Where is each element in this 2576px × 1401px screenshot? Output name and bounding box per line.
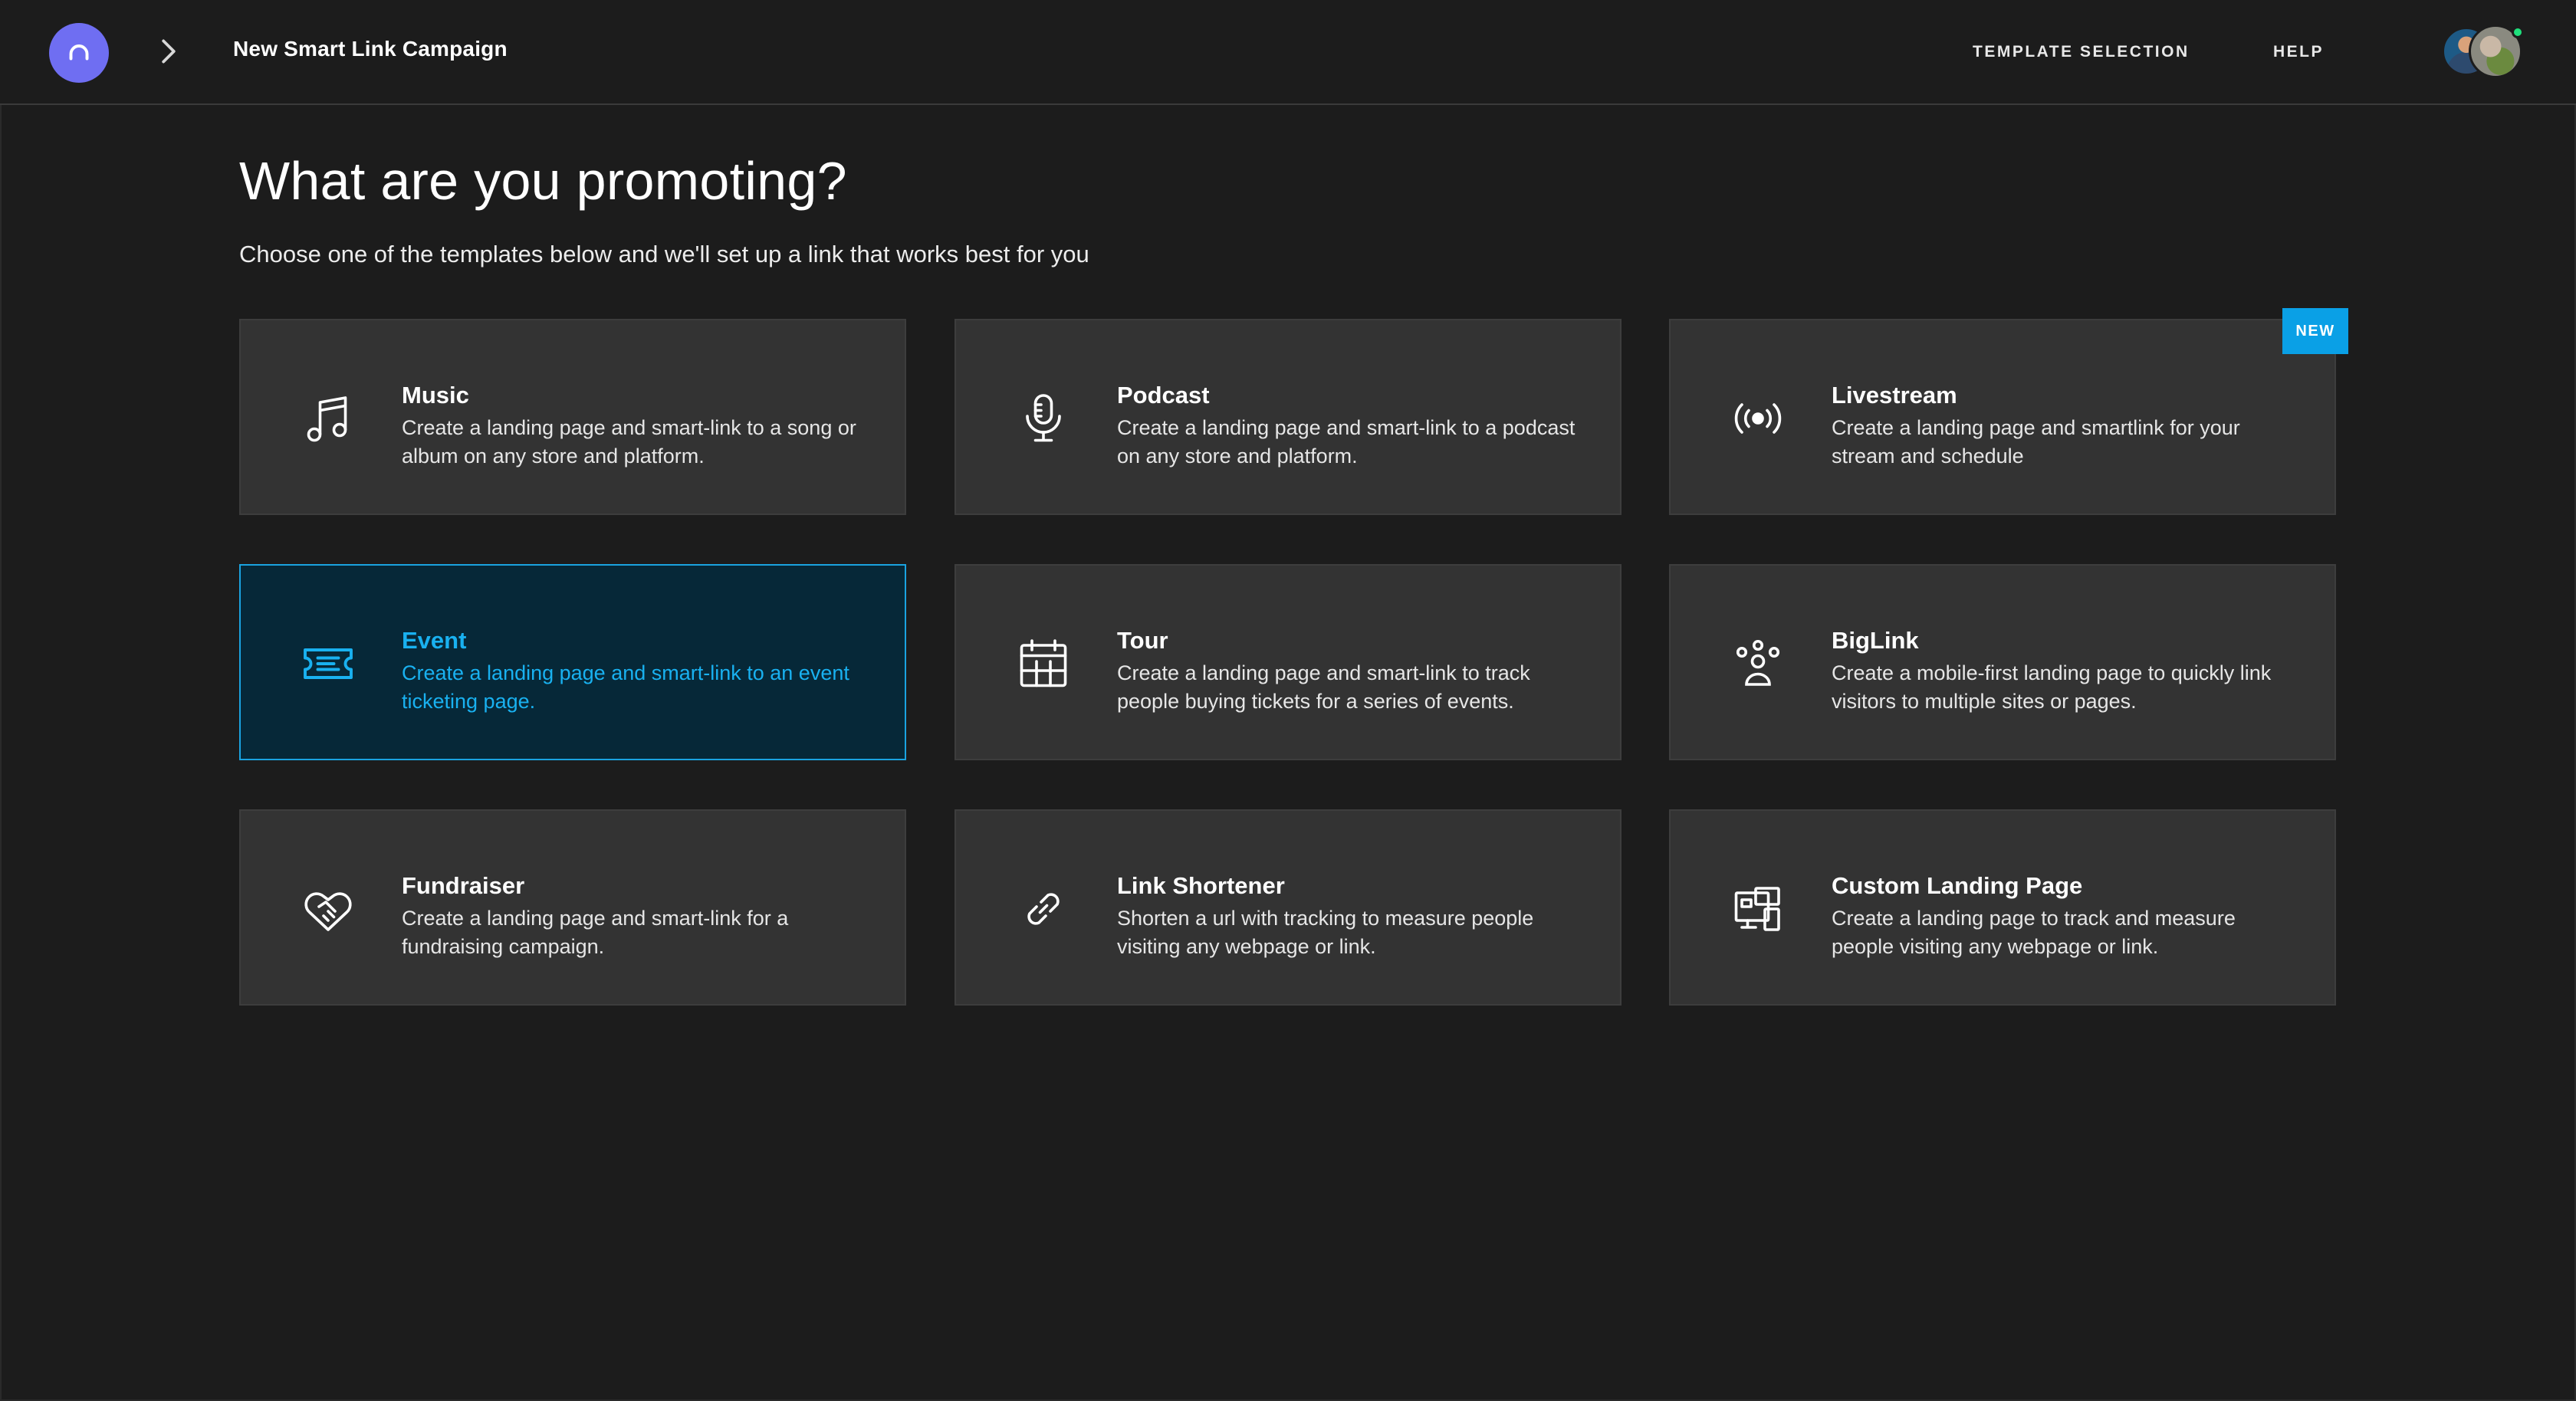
microphone-icon: [1013, 388, 1074, 449]
calendar-icon: [1013, 633, 1074, 694]
template-title: Music: [402, 382, 469, 408]
template-title: Link Shortener: [1117, 872, 1285, 899]
template-title: Livestream: [1832, 382, 1957, 408]
template-title: Podcast: [1117, 382, 1210, 408]
template-description: Create a landing page and smart-link to …: [402, 416, 856, 468]
template-description: Create a landing page and smart-link for…: [402, 907, 789, 958]
headphones-logo-icon[interactable]: [49, 23, 109, 83]
devices-icon: [1727, 878, 1789, 940]
top-bar: New Smart Link Campaign TEMPLATE SELECTI…: [0, 0, 2576, 105]
handshake-heart-icon: [297, 878, 359, 940]
template-description: Create a landing page and smartlink for …: [1832, 416, 2240, 468]
template-title: Event: [402, 627, 467, 654]
page-subtitle: Choose one of the templates below and we…: [239, 241, 1089, 267]
template-title: Fundraiser: [402, 872, 525, 899]
template-description: Create a landing page and smart-link to …: [402, 661, 849, 713]
template-description: Create a landing page and smart-link to …: [1117, 661, 1530, 713]
template-card-tour[interactable]: Tour Create a landing page and smart-lin…: [955, 564, 1622, 760]
template-card-link-shortener[interactable]: Link Shortener Shorten a url with tracki…: [955, 809, 1622, 1006]
page-title: What are you promoting?: [239, 151, 847, 211]
template-description: Shorten a url with tracking to measure p…: [1117, 907, 1534, 958]
people-group-icon: [1727, 633, 1789, 694]
template-description: Create a landing page to track and measu…: [1832, 907, 2236, 958]
nav-template-selection[interactable]: TEMPLATE SELECTION: [1973, 43, 2190, 61]
template-title: BigLink: [1832, 627, 1919, 654]
template-card-event[interactable]: Event Create a landing page and smart-li…: [239, 564, 906, 760]
ticket-icon: [297, 633, 359, 694]
template-card-podcast[interactable]: Podcast Create a landing page and smart-…: [955, 319, 1622, 515]
online-status-dot: [2512, 26, 2524, 38]
template-card-livestream[interactable]: Livestream Create a landing page and sma…: [1669, 319, 2336, 515]
template-title: Custom Landing Page: [1832, 872, 2083, 899]
broadcast-icon: [1727, 388, 1789, 449]
user-avatars[interactable]: [2438, 25, 2524, 80]
template-card-fundraiser[interactable]: Fundraiser Create a landing page and sma…: [239, 809, 906, 1006]
breadcrumb-campaign-title: New Smart Link Campaign: [233, 37, 508, 61]
chevron-right-icon: [153, 34, 184, 69]
link-icon: [1013, 878, 1074, 940]
new-badge: NEW: [2282, 308, 2348, 354]
template-card-custom-landing-page[interactable]: Custom Landing Page Create a landing pag…: [1669, 809, 2336, 1006]
template-card-biglink[interactable]: BigLink Create a mobile-first landing pa…: [1669, 564, 2336, 760]
template-card-music[interactable]: Music Create a landing page and smart-li…: [239, 319, 906, 515]
template-description: Create a mobile-first landing page to qu…: [1832, 661, 2272, 713]
music-note-icon: [297, 388, 359, 449]
template-title: Tour: [1117, 627, 1168, 654]
nav-help[interactable]: HELP: [2273, 43, 2324, 61]
template-description: Create a landing page and smart-link to …: [1117, 416, 1576, 468]
